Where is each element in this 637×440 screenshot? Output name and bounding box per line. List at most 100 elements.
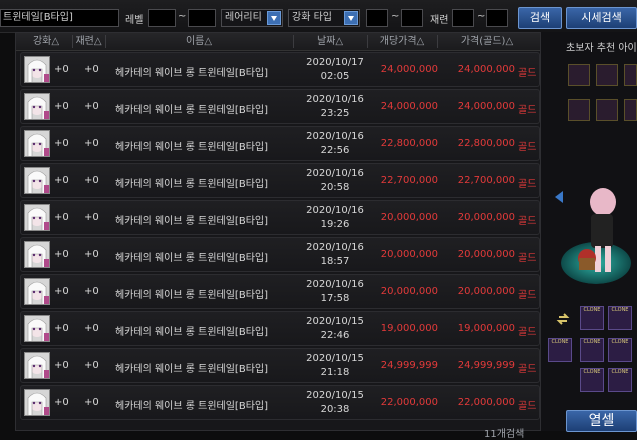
item-name: 헤카테의 웨이브 롱 트윈테일[B타입] bbox=[115, 179, 268, 190]
reinforce-value: +0 bbox=[54, 249, 69, 260]
table-row[interactable]: +0 +0 헤카테의 웨이브 롱 트윈테일[B타입] 2020/10/16 20… bbox=[20, 163, 540, 198]
table-header: 강화△ 재련△ 이름△ 날짜△ 개당가격△ 가격(골드)△ bbox=[16, 33, 540, 51]
currency-label: 골드 bbox=[518, 68, 537, 79]
table-row[interactable]: +0 +0 헤카테의 웨이브 롱 트윈테일[B타입] 2020/10/17 02… bbox=[20, 52, 540, 87]
refine-value: +0 bbox=[84, 212, 99, 223]
market-price-search-button[interactable]: 시세검색 bbox=[566, 7, 637, 29]
column-header-unit-price[interactable]: 개당가격△ bbox=[367, 33, 437, 50]
unit-price: 22,000,000 bbox=[380, 397, 438, 408]
table-row[interactable]: +0 +0 헤카테의 웨이브 롱 트윈테일[B타입] 2020/10/16 22… bbox=[20, 126, 540, 161]
table-row[interactable]: +0 +0 헤카테의 웨이브 롱 트윈테일[B타입] 2020/10/15 20… bbox=[20, 385, 540, 420]
unit-price: 22,700,000 bbox=[380, 175, 438, 186]
level-max-input[interactable] bbox=[188, 9, 216, 27]
sale-time: 20:38 bbox=[320, 404, 350, 415]
reinforce-value: +0 bbox=[54, 64, 69, 75]
sale-date: 2020/10/15 bbox=[306, 316, 364, 327]
slot-tag: CLONE bbox=[611, 339, 629, 345]
sale-time: 20:58 bbox=[320, 182, 350, 193]
item-avatar-icon bbox=[24, 204, 50, 231]
reinforce-value: +0 bbox=[54, 212, 69, 223]
sale-time: 21:18 bbox=[320, 367, 350, 378]
bottom-action-button[interactable]: 열셀 bbox=[566, 410, 637, 432]
table-row[interactable]: +0 +0 헤카테의 웨이브 롱 트윈테일[B타입] 2020/10/16 17… bbox=[20, 274, 540, 309]
search-bar: 트윈테일[B타입] 레벨 ~ 레어리티 강화 타입 ~ 재련 ~ 검색 시세검색 bbox=[0, 0, 637, 33]
sale-time: 17:58 bbox=[320, 293, 350, 304]
total-price: 20,000,000 bbox=[457, 249, 515, 260]
table-row[interactable]: +0 +0 헤카테의 웨이브 롱 트윈테일[B타입] 2020/10/15 21… bbox=[20, 348, 540, 383]
avatar-slot[interactable]: CLONE bbox=[608, 368, 632, 392]
total-price: 22,800,000 bbox=[457, 138, 515, 149]
reinforce-max-input[interactable] bbox=[401, 9, 423, 27]
sale-time: 23:25 bbox=[320, 108, 350, 119]
recommend-item-slot[interactable] bbox=[624, 64, 637, 86]
refine-value: +0 bbox=[84, 249, 99, 260]
refine-min-input[interactable] bbox=[452, 9, 474, 27]
refine-value: +0 bbox=[84, 175, 99, 186]
recommend-item-slot[interactable] bbox=[596, 99, 618, 121]
item-name: 헤카테의 웨이브 롱 트윈테일[B타입] bbox=[115, 327, 268, 338]
refine-max-input[interactable] bbox=[486, 9, 508, 27]
column-header-refine[interactable]: 재련△ bbox=[72, 33, 105, 50]
avatar-slot[interactable]: CLONE bbox=[608, 306, 632, 330]
level-label: 레벨 bbox=[125, 15, 144, 26]
reinforce-value: +0 bbox=[54, 138, 69, 149]
item-name: 헤카테의 웨이브 롱 트윈테일[B타입] bbox=[115, 364, 268, 375]
column-header-date[interactable]: 날짜△ bbox=[293, 33, 367, 50]
item-name: 헤카테의 웨이브 롱 트윈테일[B타입] bbox=[115, 105, 268, 116]
sale-date: 2020/10/16 bbox=[306, 131, 364, 142]
total-price: 24,000,000 bbox=[457, 101, 515, 112]
level-min-input[interactable] bbox=[148, 9, 176, 27]
recommend-item-slot[interactable] bbox=[568, 64, 590, 86]
sale-date: 2020/10/16 bbox=[306, 94, 364, 105]
table-row[interactable]: +0 +0 헤카테의 웨이브 롱 트윈테일[B타입] 2020/10/15 22… bbox=[20, 311, 540, 346]
rarity-select-value: 레어리티 bbox=[225, 12, 262, 23]
column-header-price-gold[interactable]: 가격(골드)△ bbox=[437, 33, 537, 50]
reinforce-value: +0 bbox=[54, 101, 69, 112]
table-row[interactable]: +0 +0 헤카테의 웨이브 롱 트윈테일[B타입] 2020/10/16 19… bbox=[20, 200, 540, 235]
total-price: 24,000,000 bbox=[457, 64, 515, 75]
reinforce-type-select[interactable]: 강화 타입 bbox=[288, 9, 360, 27]
refine-value: +0 bbox=[84, 64, 99, 75]
avatar-slot[interactable]: CLONE bbox=[580, 368, 604, 392]
item-name-input[interactable]: 트윈테일[B타입] bbox=[0, 9, 119, 27]
column-header-name[interactable]: 이름△ bbox=[105, 33, 293, 50]
slot-tag: CLONE bbox=[583, 369, 601, 375]
item-avatar-icon bbox=[24, 167, 50, 194]
sale-date: 2020/10/17 bbox=[306, 57, 364, 68]
total-price: 20,000,000 bbox=[457, 212, 515, 223]
chevron-down-icon[interactable] bbox=[344, 11, 358, 25]
avatar-slot[interactable]: CLONE bbox=[608, 338, 632, 362]
sale-time: 02:05 bbox=[320, 71, 350, 82]
recommend-item-slot[interactable] bbox=[568, 99, 590, 121]
recommend-item-slot[interactable] bbox=[624, 99, 637, 121]
reinforce-value: +0 bbox=[54, 397, 69, 408]
refine-range-separator: ~ bbox=[477, 11, 486, 22]
avatar-slot[interactable]: CLONE bbox=[580, 338, 604, 362]
item-name: 헤카테의 웨이브 롱 트윈테일[B타입] bbox=[115, 401, 268, 412]
column-header-reinforce[interactable]: 강화△ bbox=[20, 33, 72, 50]
item-avatar-icon bbox=[24, 130, 50, 157]
chevron-down-icon[interactable] bbox=[267, 11, 281, 25]
reinforce-value: +0 bbox=[54, 323, 69, 334]
avatar-slot[interactable]: CLONE bbox=[580, 306, 604, 330]
item-name: 헤카테의 웨이브 롱 트윈테일[B타입] bbox=[115, 253, 268, 264]
reinforce-min-input[interactable] bbox=[366, 9, 388, 27]
table-row[interactable]: +0 +0 헤카테의 웨이브 롱 트윈테일[B타입] 2020/10/16 23… bbox=[20, 89, 540, 124]
reinforce-range-separator: ~ bbox=[391, 11, 400, 22]
previous-arrow-icon[interactable] bbox=[555, 191, 563, 203]
table-row[interactable]: +0 +0 헤카테의 웨이브 롱 트윈테일[B타입] 2020/10/16 18… bbox=[20, 237, 540, 272]
currency-label: 골드 bbox=[518, 142, 537, 153]
sale-time: 19:26 bbox=[320, 219, 350, 230]
avatar-slot[interactable]: CLONE bbox=[548, 338, 572, 362]
search-button[interactable]: 검색 bbox=[518, 7, 562, 29]
unit-price: 20,000,000 bbox=[380, 212, 438, 223]
recommend-item-slot[interactable] bbox=[596, 64, 618, 86]
item-name: 헤카테의 웨이브 롱 트윈테일[B타입] bbox=[115, 290, 268, 301]
swap-icon[interactable] bbox=[556, 312, 570, 326]
slot-tag: CLONE bbox=[611, 369, 629, 375]
rarity-select[interactable]: 레어리티 bbox=[221, 9, 283, 27]
item-name: 헤카테의 웨이브 롱 트윈테일[B타입] bbox=[115, 68, 268, 79]
sale-date: 2020/10/16 bbox=[306, 279, 364, 290]
unit-price: 20,000,000 bbox=[380, 249, 438, 260]
currency-label: 골드 bbox=[518, 364, 537, 375]
